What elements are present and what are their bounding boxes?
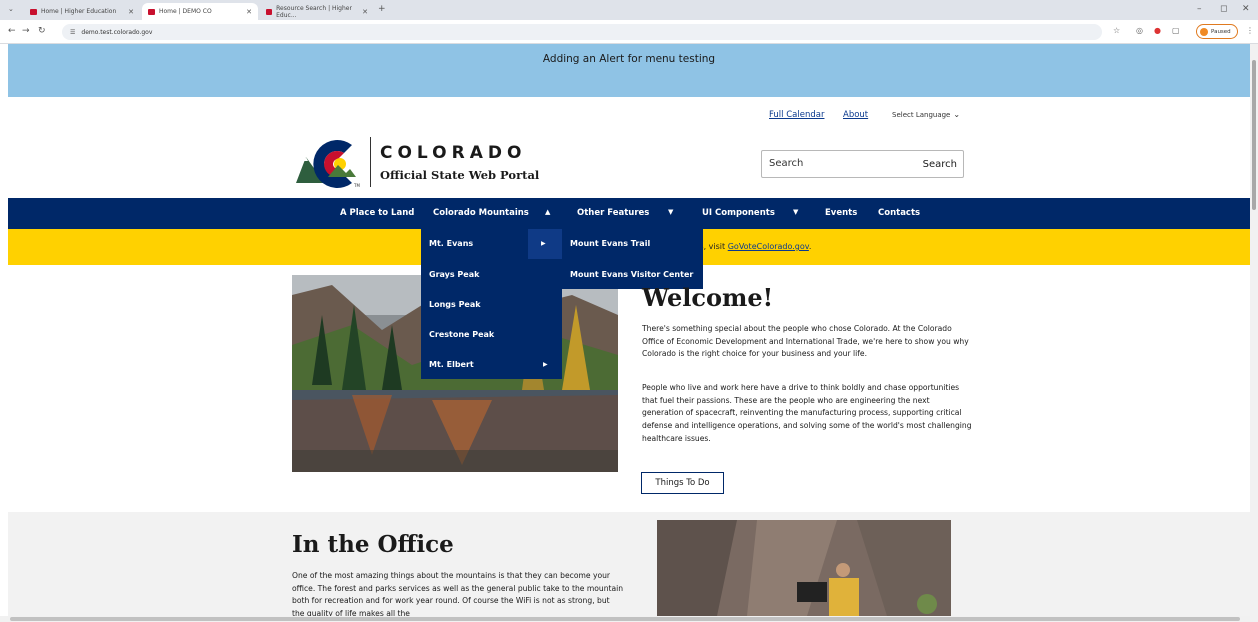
menu-item-mt-evans[interactable]: Mt. Evans	[429, 239, 473, 248]
office-section	[8, 512, 1250, 616]
nav-item-contacts[interactable]: Contacts	[878, 208, 920, 218]
browser-tab-strip: ⌄ Home | Higher Education ✕ Home | DEMO …	[0, 0, 1258, 20]
svg-text:TM: TM	[353, 183, 360, 188]
menu-item-longs-peak[interactable]: Longs Peak	[429, 300, 481, 309]
extensions-puzzle-icon[interactable]: ▢	[1172, 26, 1180, 35]
things-to-do-button[interactable]: Things To Do	[641, 472, 724, 494]
caret-up-icon[interactable]: ▲	[545, 208, 550, 216]
office-heading: In the Office	[292, 531, 454, 558]
colorado-logo[interactable]: TM	[294, 137, 370, 189]
tab-search-icon[interactable]: ⌄	[8, 5, 14, 13]
office-paragraph: One of the most amazing things about the…	[292, 571, 624, 616]
about-link[interactable]: About	[843, 110, 868, 120]
address-bar[interactable]: ☰ demo.test.colorado.gov	[62, 24, 1102, 40]
browser-tab[interactable]: Resource Search | Higher Educ... ✕	[260, 3, 374, 20]
profile-button[interactable]: Paused	[1196, 24, 1238, 39]
browser-tab-active[interactable]: Home | DEMO CO ✕	[142, 3, 258, 20]
nav-item-colorado-mountains[interactable]: Colorado Mountains	[433, 208, 529, 218]
close-icon[interactable]: ✕	[362, 8, 368, 16]
main-navigation: A Place to Land Colorado Mountains ▲ Oth…	[8, 198, 1250, 229]
chevron-right-icon[interactable]: ▶	[543, 361, 548, 368]
nav-item-ui-components[interactable]: UI Components	[702, 208, 775, 218]
colorado-favicon-icon	[148, 8, 155, 15]
menu-item-crestone-peak[interactable]: Crestone Peak	[429, 330, 494, 339]
back-arrow-icon[interactable]: ←	[8, 26, 16, 36]
horizontal-scrollbar[interactable]	[0, 616, 1258, 622]
extension-red-icon[interactable]: ●	[1154, 26, 1161, 35]
close-icon[interactable]: ✕	[246, 8, 252, 16]
new-tab-icon[interactable]: +	[378, 4, 386, 14]
profile-label: Paused	[1211, 28, 1231, 35]
tab-title: Home | DEMO CO	[159, 8, 212, 15]
language-select[interactable]: Select Language ⌄	[892, 110, 960, 119]
browser-toolbar: ← → ↻ ☰ demo.test.colorado.gov ☆ ◎ ● ▢ P…	[0, 20, 1258, 44]
menu-item-mount-evans-visitor-center[interactable]: Mount Evans Visitor Center	[570, 270, 693, 279]
full-calendar-link[interactable]: Full Calendar	[769, 110, 824, 120]
url-text: demo.test.colorado.gov	[81, 28, 153, 36]
menu-item-mount-evans-trail[interactable]: Mount Evans Trail	[570, 239, 650, 248]
browser-tab[interactable]: Home | Higher Education ✕	[24, 3, 140, 20]
caret-down-icon[interactable]: ▼	[793, 208, 798, 216]
logo-divider	[370, 137, 371, 187]
search-placeholder: Search	[769, 158, 804, 169]
search-input[interactable]: Search Search	[761, 150, 964, 178]
nav-item-a-place-to-land[interactable]: A Place to Land	[340, 208, 414, 218]
minimize-icon[interactable]: –	[1197, 4, 1202, 14]
notice-text: ults, visit GoVoteColorado.gov.	[689, 242, 811, 251]
colorado-favicon-icon	[266, 8, 273, 15]
tab-title: Home | Higher Education	[41, 8, 117, 15]
chevron-down-icon: ⌄	[953, 110, 961, 119]
menu-item-grays-peak[interactable]: Grays Peak	[429, 270, 479, 279]
scrollbar-thumb[interactable]	[1252, 60, 1256, 210]
brand-name[interactable]: COLORADO	[380, 143, 526, 163]
scrollbar-thumb[interactable]	[10, 617, 1240, 621]
welcome-paragraph-2: People who live and work here have a dri…	[642, 383, 972, 443]
welcome-paragraph-1: There's something special about the peop…	[642, 324, 969, 359]
chevron-right-icon[interactable]: ▶	[541, 240, 546, 247]
nav-item-events[interactable]: Events	[825, 208, 857, 218]
notice-text-end: .	[808, 242, 812, 251]
office-outdoor-image	[657, 520, 951, 616]
reload-icon[interactable]: ↻	[38, 26, 46, 36]
bookmark-star-icon[interactable]: ☆	[1113, 26, 1120, 35]
avatar	[1200, 27, 1208, 36]
tab-title: Resource Search | Higher Educ...	[276, 4, 352, 19]
forward-arrow-icon[interactable]: →	[22, 26, 30, 36]
colorado-favicon-icon	[30, 8, 37, 15]
welcome-heading: Welcome!	[642, 283, 774, 312]
extension-icon[interactable]: ◎	[1136, 26, 1143, 35]
language-select-label: Select Language	[892, 111, 951, 119]
close-icon[interactable]: ✕	[128, 8, 134, 16]
kebab-menu-icon[interactable]: ⋮	[1246, 26, 1254, 35]
site-info-icon[interactable]: ☰	[70, 29, 75, 36]
govotecolorado-link[interactable]: GoVoteColorado.gov	[728, 242, 809, 251]
brand-tagline[interactable]: Official State Web Portal	[380, 168, 539, 182]
alert-banner: Adding an Alert for menu testing	[8, 44, 1250, 97]
caret-down-icon[interactable]: ▼	[668, 208, 673, 216]
nav-item-other-features[interactable]: Other Features	[577, 208, 649, 218]
search-button[interactable]: Search	[923, 159, 957, 170]
alert-text: Adding an Alert for menu testing	[542, 53, 716, 65]
restore-icon[interactable]: ◻	[1220, 4, 1227, 14]
window-close-icon[interactable]: ✕	[1242, 4, 1250, 14]
submenu-toggle-highlight[interactable]: ▶	[528, 229, 562, 259]
menu-item-mt-elbert[interactable]: Mt. Elbert	[429, 360, 474, 369]
mt-evans-submenu: Mount Evans Trail Mount Evans Visitor Ce…	[562, 229, 703, 289]
